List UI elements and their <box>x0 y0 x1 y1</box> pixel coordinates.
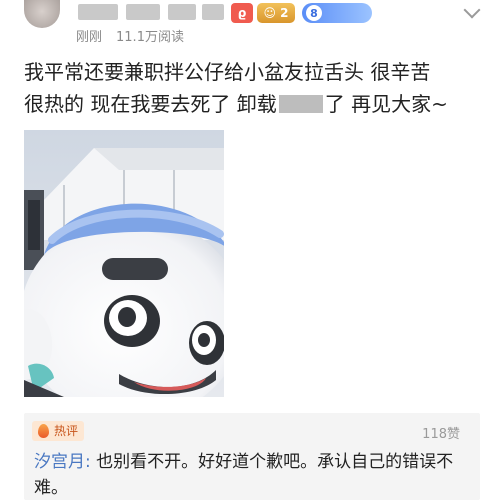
blurred-username-part <box>168 4 196 20</box>
vip-badge: 8 <box>302 3 372 23</box>
hot-comment[interactable]: 热评 118赞 汐宫月: 也别看不开。好好道个歉吧。承认自己的错误不难。 <box>24 413 480 500</box>
comment-text: 汐宫月: 也别看不开。好好道个歉吧。承认自己的错误不难。 <box>34 449 470 500</box>
level-badge: ϱ <box>231 3 253 23</box>
comment-body: 也别看不开。好好道个歉吧。承认自己的错误不难。 <box>34 452 454 498</box>
blurred-username[interactable] <box>78 4 118 20</box>
chevron-down-icon[interactable] <box>463 1 481 19</box>
post-image[interactable] <box>24 130 224 397</box>
flame-icon <box>38 424 49 438</box>
member-badge: ☺ 2 <box>257 3 295 23</box>
post-line-2: 很热的 现在我要去死了 卸载 了 再见大家~ <box>24 88 484 120</box>
vip-number: 8 <box>306 5 322 21</box>
mascot-photo <box>24 130 224 397</box>
post-meta: 刚刚 11.1万阅读 <box>76 26 184 45</box>
blurred-word <box>278 95 323 113</box>
blurred-username-part <box>126 4 160 20</box>
post-text: 我平常还要兼职拌公仔给小盆友拉舌头 很辛苦 很热的 现在我要去死了 卸载 了 再见… <box>24 56 484 120</box>
user-avatar[interactable] <box>24 0 60 28</box>
hot-comment-tag: 热评 <box>32 421 85 441</box>
read-count: 11.1万阅读 <box>116 30 184 45</box>
post-line-2-end: 了 再见大家~ <box>324 92 448 116</box>
post-line-1: 我平常还要兼职拌公仔给小盆友拉舌头 很辛苦 <box>24 60 431 84</box>
hot-tag-label: 热评 <box>54 424 79 438</box>
post-line-2-start: 很热的 现在我要去死了 卸载 <box>24 92 277 116</box>
post-time: 刚刚 <box>76 30 103 45</box>
comment-author[interactable]: 汐宫月: <box>34 452 91 472</box>
like-count[interactable]: 118赞 <box>422 423 460 442</box>
blurred-username-part <box>202 4 224 20</box>
